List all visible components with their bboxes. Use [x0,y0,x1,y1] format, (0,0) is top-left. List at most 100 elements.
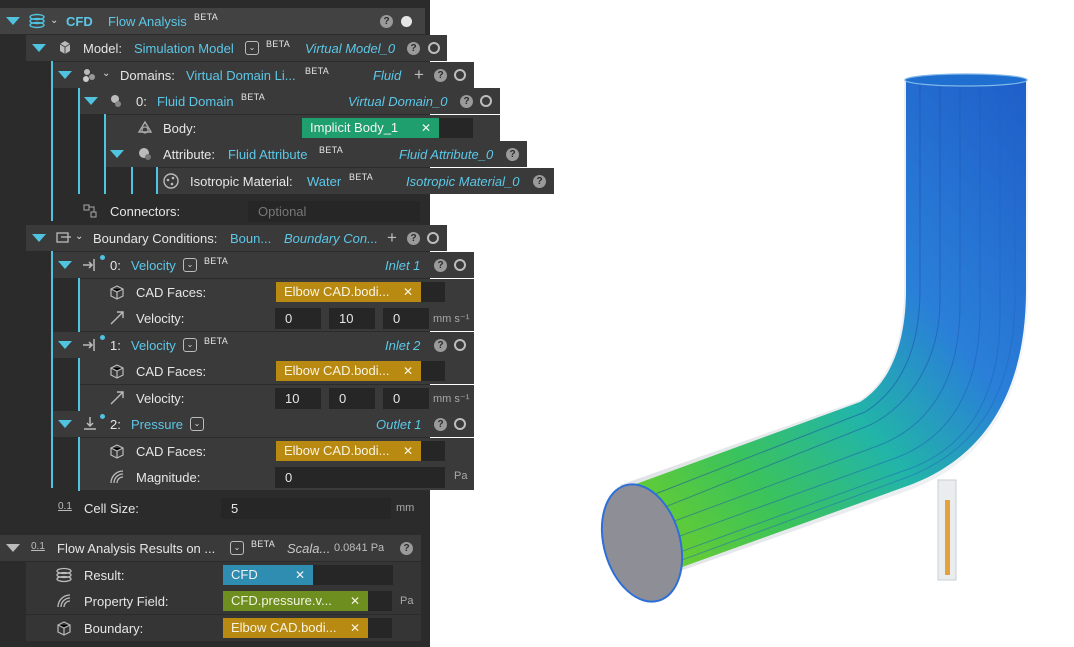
tree-row-domains[interactable]: ⌄ Domains: Virtual Domain Li... BETA Flu… [53,62,474,88]
magnitude-icon [57,594,71,608]
visibility-ring-icon[interactable] [454,69,466,81]
body-chip[interactable]: Implicit Body_1 ✕ [302,118,439,138]
help-icon[interactable]: ? [407,42,420,55]
help-icon[interactable]: ? [460,95,473,108]
cell-size-input[interactable]: 5 [221,498,391,519]
tree-row-attribute[interactable]: Attribute: Fluid Attribute BETA Fluid At… [106,141,527,167]
pressure-name[interactable]: Pressure [131,417,183,432]
collapse-toggle-icon[interactable] [84,97,98,105]
tree-row-fluid-domain[interactable]: 0: Fluid Domain BETA Virtual Domain_0 ? [80,88,500,114]
velocity-y-input[interactable]: 10 [329,308,375,329]
collapse-toggle-icon[interactable] [32,234,46,242]
visibility-ring-icon[interactable] [428,42,440,54]
visibility-ring-icon[interactable] [427,232,439,244]
help-icon[interactable]: ? [434,418,447,431]
chevron-down-icon[interactable]: ⌄ [50,15,58,26]
cad-faces-chip[interactable]: Elbow CAD.bodi... ✕ [276,361,421,381]
remove-icon[interactable]: ✕ [295,565,305,585]
tree-row-isotropic-material[interactable]: Isotropic Material: Water BETA Isotropic… [158,168,554,194]
cad-faces-field-empty[interactable] [421,441,445,461]
collapse-toggle-icon[interactable] [32,44,46,52]
help-icon[interactable]: ? [380,15,393,28]
remove-icon[interactable]: ✕ [350,618,360,638]
collapse-toggle-icon[interactable] [6,17,20,25]
help-icon[interactable]: ? [434,69,447,82]
tree-row-velocity-1[interactable]: 1: Velocity ⌄ BETA Inlet 2 ? [53,332,474,358]
visibility-ring-icon[interactable] [454,418,466,430]
body-chip-label: Implicit Body_1 [310,120,399,135]
result-field-empty[interactable] [313,565,393,585]
magnitude-icon [110,470,124,484]
remove-icon[interactable]: ✕ [421,118,431,138]
velocity-1-dropdown-icon[interactable]: ⌄ [183,338,197,352]
model-dropdown-icon[interactable]: ⌄ [245,41,259,55]
chevron-down-icon[interactable]: ⌄ [102,68,110,79]
remove-icon[interactable]: ✕ [403,361,413,381]
fluid-domain-name[interactable]: Fluid Domain [157,94,234,109]
tree-row-flow-analysis-results[interactable]: 0.1 Flow Analysis Results on ... ⌄ BETA … [0,535,421,561]
flow-analysis-name[interactable]: Flow Analysis [108,14,187,29]
collapse-toggle-icon[interactable] [6,544,20,552]
tree-row-boundary-conditions[interactable]: ⌄ Boundary Conditions: Boun... Boundary … [26,225,447,251]
help-icon[interactable]: ? [533,175,546,188]
pressure-dropdown-icon[interactable]: ⌄ [190,417,204,431]
help-icon[interactable]: ? [506,148,519,161]
help-icon[interactable]: ? [434,259,447,272]
results-dropdown-icon[interactable]: ⌄ [230,541,244,555]
material-name[interactable]: Water [307,174,341,189]
visibility-ring-icon[interactable] [480,95,492,107]
attribute-name[interactable]: Fluid Attribute [228,147,308,162]
tree-row-pressure[interactable]: 2: Pressure ⌄ Outlet 1 ? [53,411,474,437]
help-icon[interactable]: ? [400,542,413,555]
add-icon[interactable]: + [414,66,424,83]
velocity-0-dropdown-icon[interactable]: ⌄ [183,258,197,272]
cad-faces-chip[interactable]: Elbow CAD.bodi... ✕ [276,441,421,461]
collapse-toggle-icon[interactable] [58,420,72,428]
body-field-empty[interactable] [439,118,473,138]
velocity-x-input[interactable]: 10 [275,388,321,409]
model-name[interactable]: Simulation Model [134,41,234,56]
remove-icon[interactable]: ✕ [350,591,360,611]
results-label[interactable]: Flow Analysis Results on ... [57,541,215,556]
collapse-toggle-icon[interactable] [110,150,124,158]
velocity-y-input[interactable]: 0 [329,388,375,409]
collapse-toggle-icon[interactable] [58,261,72,269]
add-icon[interactable]: + [387,229,397,246]
collapse-toggle-icon[interactable] [58,71,72,79]
chevron-down-icon[interactable]: ⌄ [75,231,83,242]
property-field-empty[interactable] [368,591,392,611]
result-chip[interactable]: CFD ✕ [223,565,313,585]
collapse-toggle-icon[interactable] [58,341,72,349]
cfd-viewport[interactable] [560,60,1060,620]
attribute-instance: Fluid Attribute_0 [399,147,494,162]
property-field-chip[interactable]: CFD.pressure.v... ✕ [223,591,368,611]
tree-row-flow-analysis[interactable]: ⌄ CFD Flow Analysis BETA ? [0,8,425,34]
remove-icon[interactable]: ✕ [403,441,413,461]
magnitude-input[interactable]: 0 [275,467,445,488]
help-icon[interactable]: ? [407,232,420,245]
domains-name[interactable]: Virtual Domain Li... [186,68,296,83]
cad-faces-label: CAD Faces: [136,364,207,379]
cad-faces-icon [110,364,124,379]
velocity-x-input[interactable]: 0 [275,308,321,329]
remove-icon[interactable]: ✕ [403,282,413,302]
velocity-z-input[interactable]: 0 [383,308,429,329]
cad-faces-field-empty[interactable] [421,361,445,381]
visibility-ring-icon[interactable] [454,339,466,351]
boundary-conditions-name[interactable]: Boun... [230,231,271,246]
tree-row-model[interactable]: Model: Simulation Model ⌄ BETA Virtual M… [26,35,447,61]
cad-faces-field-empty[interactable] [421,282,445,302]
visibility-dot-icon[interactable] [401,16,412,27]
property-field-unit: Pa [400,595,414,607]
connectors-field[interactable]: Optional [248,201,420,222]
fluid-domain-instance: Virtual Domain_0 [348,94,448,109]
velocity-1-name[interactable]: Velocity [131,338,176,353]
boundary-chip[interactable]: Elbow CAD.bodi... ✕ [223,618,368,638]
cad-faces-chip[interactable]: Elbow CAD.bodi... ✕ [276,282,421,302]
tree-row-velocity-0[interactable]: 0: Velocity ⌄ BETA Inlet 1 ? [53,252,474,278]
boundary-field-empty[interactable] [368,618,392,638]
velocity-0-name[interactable]: Velocity [131,258,176,273]
help-icon[interactable]: ? [434,339,447,352]
velocity-z-input[interactable]: 0 [383,388,429,409]
visibility-ring-icon[interactable] [454,259,466,271]
